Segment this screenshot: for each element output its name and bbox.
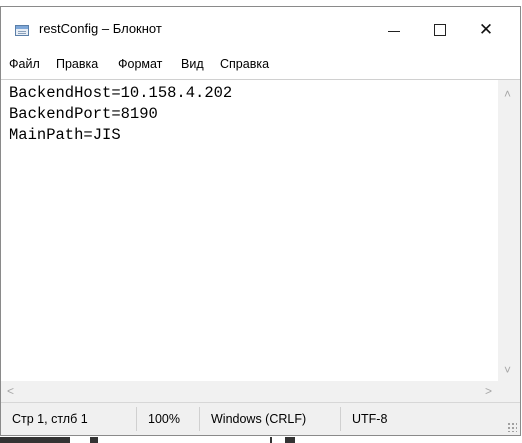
window-title: restConfig – Блокнот xyxy=(39,21,162,36)
editor-line: BackendPort=8190 xyxy=(9,105,158,123)
scroll-right-icon[interactable]: > xyxy=(485,385,492,397)
minimize-icon xyxy=(388,30,400,32)
editor-line: BackendHost=10.158.4.202 xyxy=(9,84,233,102)
maximize-button[interactable] xyxy=(417,7,463,53)
status-encoding: UTF-8 xyxy=(352,412,388,426)
close-button[interactable]: ✕ xyxy=(463,7,509,53)
resize-grip-icon[interactable] xyxy=(507,422,517,432)
notepad-icon xyxy=(15,25,29,36)
menu-item-edit[interactable]: Правка xyxy=(56,57,98,71)
editor-line: MainPath=JIS xyxy=(9,126,121,144)
close-icon: ✕ xyxy=(478,20,494,39)
status-bar: Стр 1, стлб 1 100% Windows (CRLF) UTF-8 xyxy=(1,402,520,435)
menu-item-view[interactable]: Вид xyxy=(181,57,204,71)
notepad-window: restConfig – Блокнот ✕ Файл Правка Форма… xyxy=(0,6,521,436)
title-bar[interactable]: restConfig – Блокнот ✕ xyxy=(1,7,520,53)
menu-item-format[interactable]: Формат xyxy=(118,57,162,71)
text-editor-area[interactable]: BackendHost=10.158.4.202 BackendPort=8190… xyxy=(1,79,498,381)
scroll-down-icon[interactable]: ˅ xyxy=(504,364,511,376)
menu-bar: Файл Правка Формат Вид Справка xyxy=(1,53,520,77)
scroll-up-icon[interactable]: ˄ xyxy=(504,88,511,100)
vertical-scrollbar[interactable]: ˄ ˅ xyxy=(498,79,520,381)
scrollbar-corner xyxy=(498,381,520,402)
minimize-button[interactable] xyxy=(371,7,417,53)
scroll-left-icon[interactable]: < xyxy=(7,385,14,397)
maximize-icon xyxy=(434,24,446,36)
status-line-ending: Windows (CRLF) xyxy=(211,412,307,426)
menu-item-file[interactable]: Файл xyxy=(9,57,40,71)
editor-content[interactable]: BackendHost=10.158.4.202 BackendPort=8190… xyxy=(9,83,232,146)
menu-item-help[interactable]: Справка xyxy=(220,57,269,71)
status-cursor-position: Стр 1, стлб 1 xyxy=(12,412,88,426)
status-zoom: 100% xyxy=(148,412,180,426)
horizontal-scrollbar[interactable]: < > xyxy=(1,381,498,402)
